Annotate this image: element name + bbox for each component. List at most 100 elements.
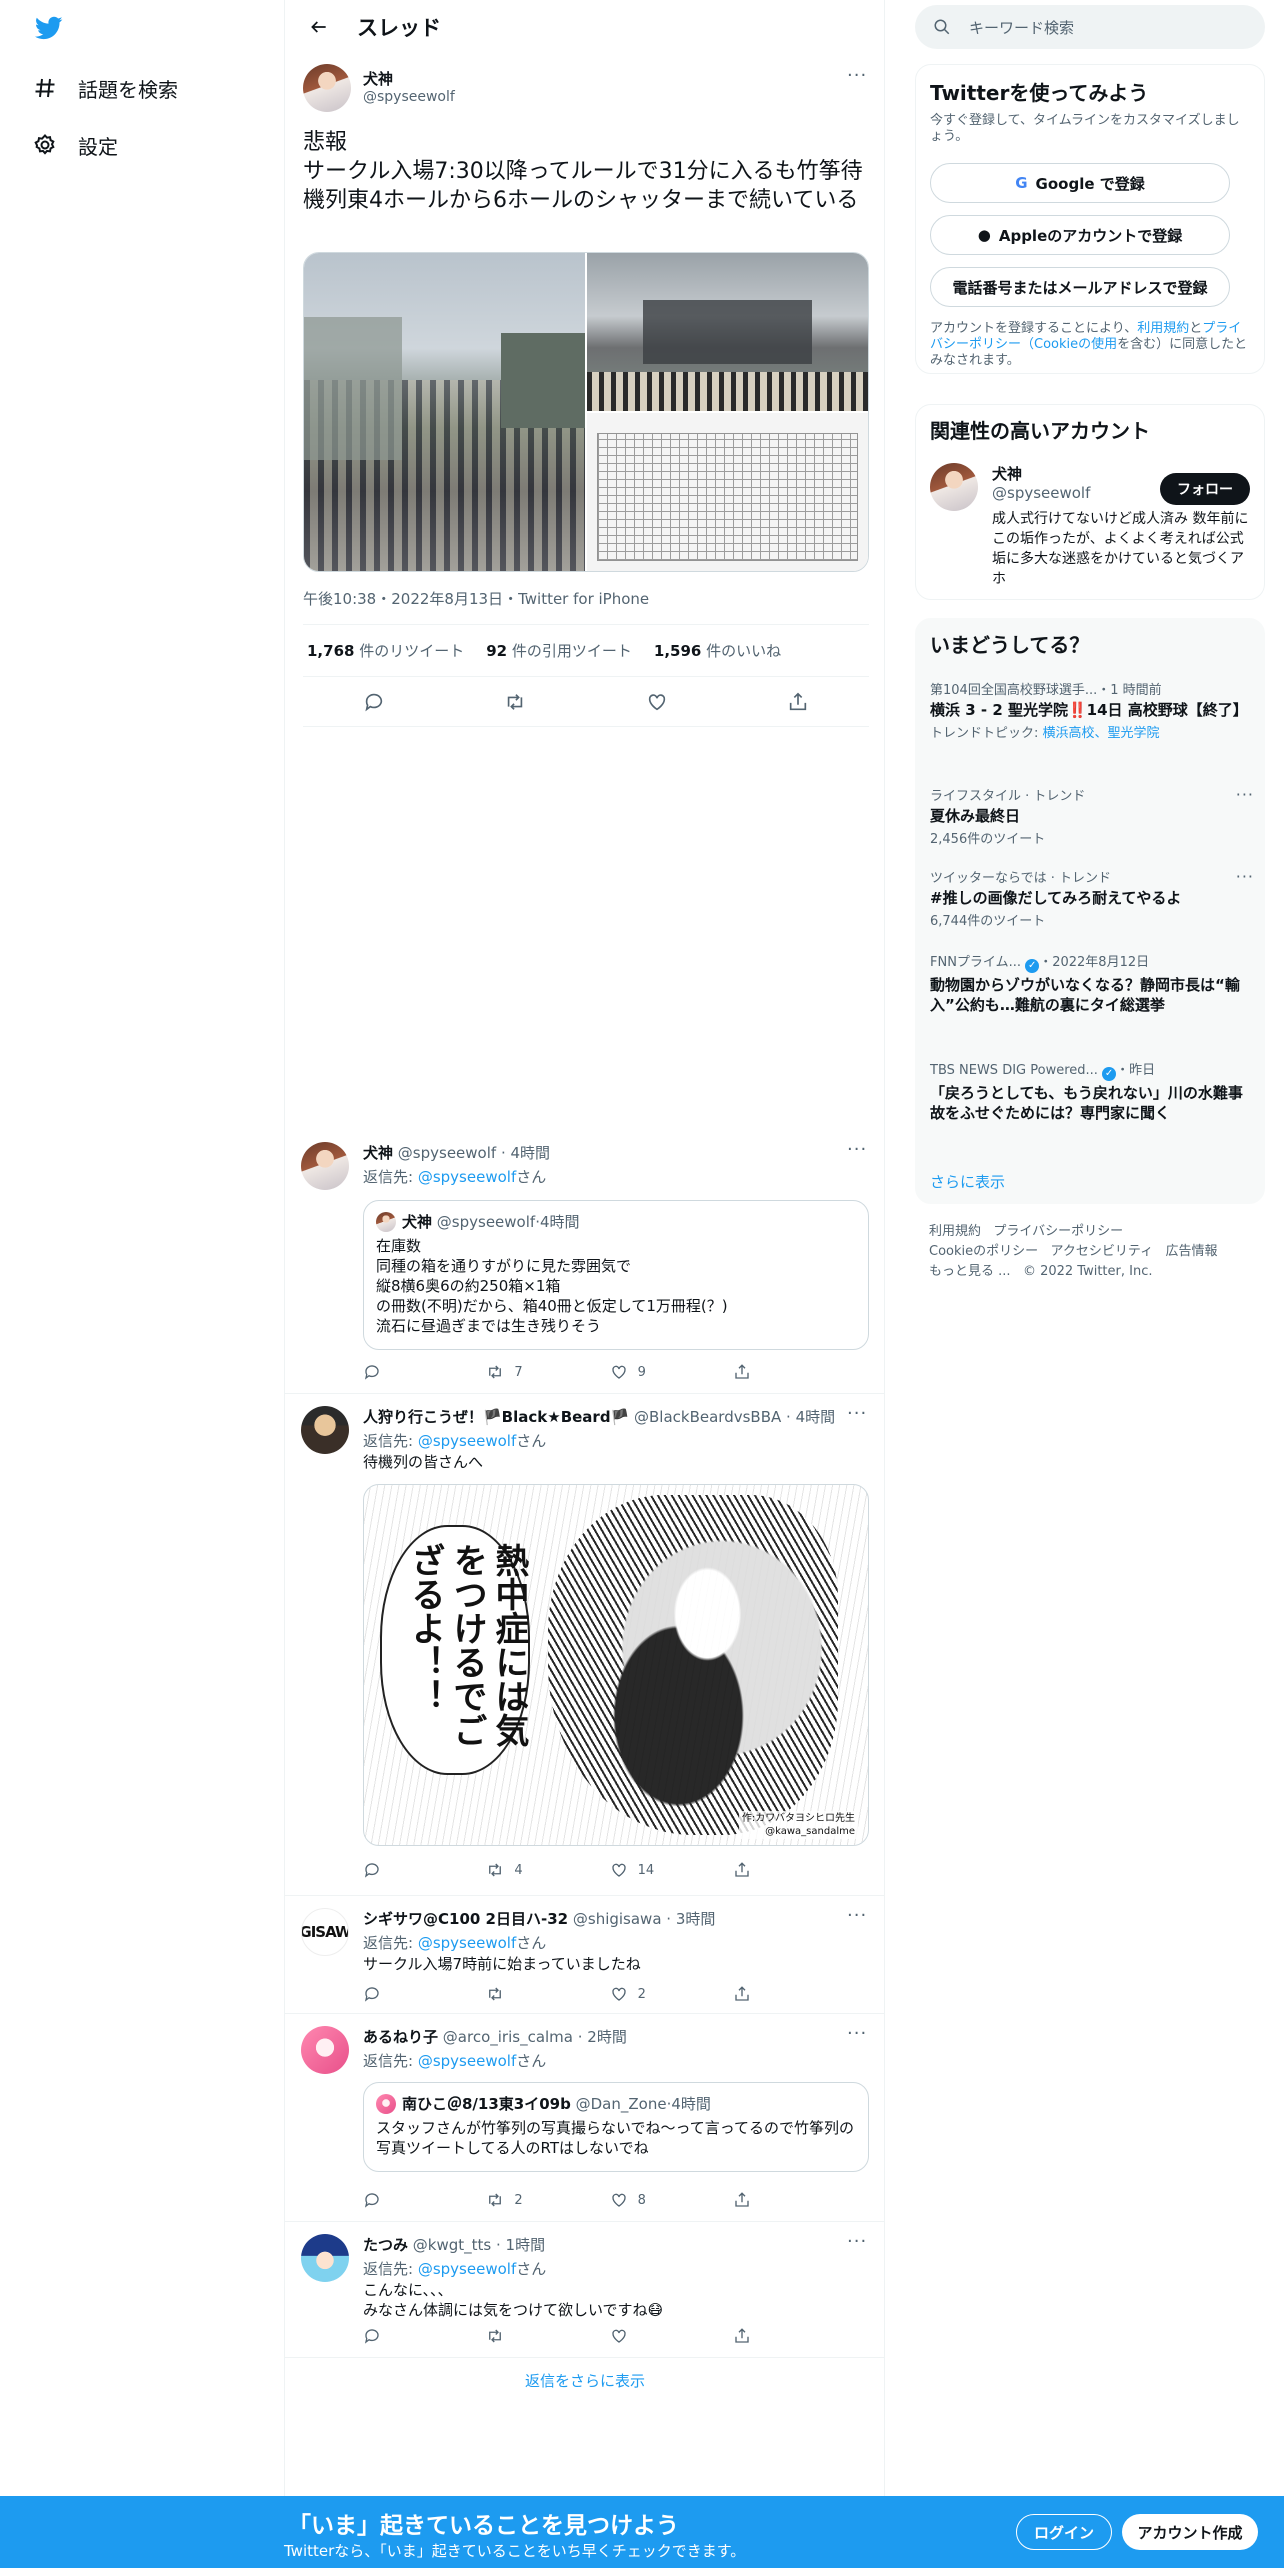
signup-title: Twitterを使ってみよう <box>930 81 1149 105</box>
quote-avatar <box>376 1211 396 1232</box>
footer-link[interactable]: 利用規約 <box>929 1224 981 1239</box>
reply-icon[interactable] <box>363 1861 423 1879</box>
follow-button[interactable]: フォロー <box>1160 473 1250 505</box>
more-options-icon[interactable]: ··· <box>847 67 867 90</box>
quoted-tweet[interactable]: 犬神 @spyseewolf · 4時間 在庫数 同種の箱を通りすがりに見た雰囲… <box>363 1200 869 1350</box>
back-arrow-icon[interactable] <box>299 7 339 47</box>
retweet-button[interactable]: 4 <box>486 1861 546 1879</box>
avatar[interactable] <box>303 64 351 112</box>
relevant-title: 関連性の高いアカウント <box>930 419 1150 443</box>
avatar[interactable] <box>301 1406 349 1454</box>
footer-link[interactable]: プライバシーポリシー <box>993 1224 1123 1239</box>
nav-settings[interactable]: 設定 <box>32 125 118 165</box>
retweet-count[interactable]: 1,768 件のリツイート <box>307 640 464 661</box>
reply-tweet[interactable]: あるねり子 @arco_iris_calma · 2時間 ··· 返信先: @s… <box>285 2014 885 2222</box>
share-icon[interactable] <box>733 2191 793 2209</box>
reply-icon[interactable] <box>363 2327 423 2345</box>
tweet-author[interactable]: 犬神 @spyseewolf <box>363 68 455 105</box>
like-button[interactable]: 8 <box>610 2191 670 2209</box>
relevant-account[interactable]: 犬神 @spyseewolf <box>992 463 1090 502</box>
retweet-button[interactable]: 2 <box>486 2191 546 2209</box>
reply-actions: 2 8 <box>363 2190 793 2210</box>
quote-count[interactable]: 92 件の引用ツイート <box>486 640 632 661</box>
share-icon[interactable] <box>787 691 809 713</box>
nav-explore[interactable]: 話題を検索 <box>32 68 178 108</box>
trend-item[interactable]: 第104回全国高校野球選手...・1 時間前 横浜 3 - 2 聖光学院‼️14… <box>930 679 1250 741</box>
more-options-icon[interactable]: ··· <box>847 1907 867 1930</box>
retweet-button[interactable]: 7 <box>486 1363 546 1381</box>
avatar[interactable] <box>930 463 978 511</box>
show-more-replies-link[interactable]: 返信をさらに表示 <box>285 2358 885 2402</box>
share-icon[interactable] <box>733 2327 793 2345</box>
like-icon[interactable] <box>646 691 668 713</box>
footer-link[interactable]: アクセシビリティ <box>1051 1244 1154 1259</box>
tweet-date[interactable]: 2022年8月13日 <box>391 590 503 608</box>
more-options-icon[interactable]: ··· <box>1236 785 1254 804</box>
reply-tweet[interactable]: 犬神 @spyseewolf · 4時間 ··· 返信先: @spyseewol… <box>285 1130 885 1394</box>
news-item[interactable]: TBS NEWS DIG Powered... ✓ ・昨日 「戻ろうとしても、もう… <box>930 1059 1250 1123</box>
apple-signup-button[interactable]: ● Appleのアカウントで登録 <box>930 215 1230 255</box>
phone-signup-button[interactable]: 電話番号またはメールアドレスで登録 <box>930 267 1230 307</box>
reply-icon[interactable] <box>363 691 385 713</box>
login-button[interactable]: ログイン <box>1016 2514 1112 2550</box>
more-options-icon[interactable]: ··· <box>1236 867 1254 886</box>
avatar[interactable]: GISAW <box>301 1908 349 1956</box>
signup-button[interactable]: アカウント作成 <box>1122 2514 1258 2550</box>
reply-text: 待機列の皆さんへ <box>363 1453 484 1471</box>
main-column: スレッド 犬神 @spyseewolf ··· 悲報 サークル入場7:30以降っ… <box>284 0 885 2568</box>
reply-icon[interactable] <box>363 1363 423 1381</box>
search-input[interactable]: キーワード検索 <box>915 5 1265 49</box>
share-icon[interactable] <box>733 1985 793 2003</box>
reply-tweet[interactable]: GISAW シギサワ@C100 2日目ハ-32 @shigisawa · 3時間… <box>285 1896 885 2014</box>
more-options-icon[interactable]: ··· <box>847 1141 867 1164</box>
footer-link[interactable]: Cookieのポリシー <box>929 1244 1038 1259</box>
more-options-icon[interactable]: ··· <box>847 1405 867 1428</box>
like-button[interactable] <box>610 2327 670 2345</box>
like-button[interactable]: 2 <box>610 1985 670 2003</box>
trend-item[interactable]: ライフスタイル · トレンド 夏休み最終日 2,456件のツイート ··· <box>930 785 1253 847</box>
retweet-button[interactable] <box>486 1985 546 2003</box>
hall-map-image[interactable] <box>587 413 868 571</box>
retweet-button[interactable] <box>486 2327 546 2345</box>
reply-icon[interactable] <box>363 2191 423 2209</box>
terms-link[interactable]: 利用規約 <box>1137 321 1189 336</box>
image-credit: 作:カワバタヨシヒロ先生 @kawa_sandalme <box>738 1811 858 1839</box>
twitter-logo-icon[interactable] <box>32 14 66 42</box>
reply-text: こんなに、、、 みなさん体調には気をつけて欲しいですね😷 <box>363 2281 664 2319</box>
google-signup-button[interactable]: G Google で登録 <box>930 163 1230 203</box>
copyright: © 2022 Twitter, Inc. <box>1022 1264 1153 1279</box>
manga-image[interactable]: 熱中症には気をつけるでござるよ！！ 作:カワバタヨシヒロ先生 @kawa_sand… <box>363 1484 869 1846</box>
more-options-icon[interactable]: ··· <box>847 2025 867 2048</box>
footer-link[interactable]: 広告情報 <box>1166 1244 1218 1259</box>
avatar[interactable] <box>301 1142 349 1190</box>
quote-text: スタッフさんが竹筝列の写真撮らないでね～って言ってるので竹筝列の写真ツイートして… <box>376 2119 855 2157</box>
news-item[interactable]: FNNプライム... ✓ ・2022年8月12日 動物園からゾウがいなくなる？静岡… <box>930 951 1250 1015</box>
reply-icon[interactable] <box>363 1985 423 2003</box>
quoted-tweet[interactable]: 南ひこ＠8/13東3イ09b @Dan_Zone · 4時間 スタッフさんが竹筝… <box>363 2082 869 2172</box>
nav-settings-label: 設定 <box>78 134 118 159</box>
footer-links: 利用規約 プライバシーポリシー Cookieのポリシー アクセシビリティ 広告情… <box>929 1222 1259 1282</box>
more-options-icon[interactable]: ··· <box>847 2233 867 2256</box>
queue-photo[interactable] <box>304 253 585 571</box>
tweet-time[interactable]: 午後10:38 <box>303 590 376 608</box>
trend-item[interactable]: ツイッターならでは · トレンド #推しの画像だしてみろ耐えてやるよ 6,744… <box>930 867 1253 929</box>
like-button[interactable]: 14 <box>610 1861 670 1879</box>
hall-photo[interactable] <box>587 253 868 411</box>
footer-link[interactable]: もっと見る ... <box>929 1264 1011 1279</box>
retweet-icon[interactable] <box>504 691 526 713</box>
share-icon[interactable] <box>733 1861 793 1879</box>
search-placeholder: キーワード検索 <box>969 18 1075 37</box>
signup-card: Twitterを使ってみよう 今すぐ登録して、タイムラインをカスタマイズしましょ… <box>915 64 1265 374</box>
reply-to: 返信先: @spyseewolfさん <box>363 1934 547 1952</box>
like-count[interactable]: 1,596 件のいいね <box>654 640 781 661</box>
reply-tweet[interactable]: たつみ @kwgt_tts · 1時間 ··· 返信先: @spyseewolf… <box>285 2222 885 2358</box>
share-icon[interactable] <box>733 1363 793 1381</box>
tweet-photos[interactable] <box>303 252 869 572</box>
avatar[interactable] <box>301 2234 349 2282</box>
reply-tweet[interactable]: 人狩り行こうぜ！🏴Black★Beard🏴 @BlackBeardvsBBA ·… <box>285 1394 885 1896</box>
gear-icon <box>32 132 58 158</box>
avatar[interactable] <box>301 2026 349 2074</box>
show-more-trends-link[interactable]: さらに表示 <box>930 1171 1005 1192</box>
like-button[interactable]: 9 <box>610 1363 670 1381</box>
trends-card: いまどうしてる？ 第104回全国高校野球選手...・1 時間前 横浜 3 - 2… <box>915 618 1265 1204</box>
